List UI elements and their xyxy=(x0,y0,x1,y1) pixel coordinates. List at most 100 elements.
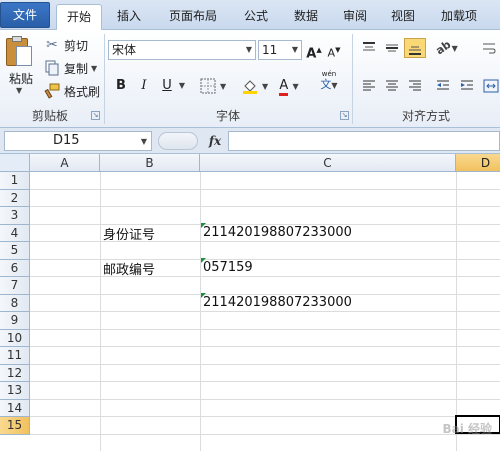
row-header[interactable]: 12 xyxy=(0,364,30,382)
tab-home[interactable]: 开始 xyxy=(56,4,102,31)
column-header-c[interactable]: C xyxy=(200,154,456,172)
chevron-down-icon: ▼ xyxy=(245,45,252,54)
tab-file[interactable]: 文件 xyxy=(0,2,50,28)
cut-label: 剪切 xyxy=(64,38,89,53)
font-color-icon: A xyxy=(279,79,289,96)
formula-bar: D15 ▼ fx xyxy=(0,128,500,154)
insert-function-icon[interactable]: fx xyxy=(204,132,226,150)
align-top-icon[interactable] xyxy=(358,38,380,58)
row-header[interactable]: 1 xyxy=(0,172,30,190)
ribbon-home: 粘贴 ▼ ✂ 剪切 复制 ▼ 格式刷 剪贴板 ↘ 宋体 ▼ 11 ▼ A▲ A▼… xyxy=(0,30,500,128)
column-header-a[interactable]: A xyxy=(30,154,100,172)
scissors-icon: ✂ xyxy=(46,37,58,53)
worksheet-grid[interactable]: A B C D 1 2 3 4 5 6 7 8 9 10 11 12 13 14 15 身份证号 21142… xyxy=(0,154,500,451)
row-header[interactable]: 13 xyxy=(0,382,30,400)
align-bottom-icon[interactable] xyxy=(404,38,426,58)
merge-center-icon[interactable] xyxy=(482,76,500,96)
copy-icon xyxy=(44,60,60,76)
format-painter-icon xyxy=(44,83,60,99)
row-header[interactable]: 7 xyxy=(0,277,30,295)
grow-font-icon[interactable]: A▲ xyxy=(306,40,322,61)
row-header[interactable]: 6 xyxy=(0,259,30,277)
row-header[interactable]: 11 xyxy=(0,347,30,365)
copy-label: 复制 xyxy=(64,61,89,76)
bold-button[interactable]: B xyxy=(112,76,130,96)
format-painter-label: 格式刷 xyxy=(64,84,101,99)
tab-page-layout[interactable]: 页面布局 xyxy=(158,4,228,30)
copy-dropdown-icon[interactable]: ▼ xyxy=(91,64,97,73)
row-header[interactable]: 4 xyxy=(0,224,30,242)
cell-c8[interactable]: 211420198807233000 xyxy=(203,295,352,310)
phonetic-guide-icon: wén xyxy=(321,70,337,78)
row-header[interactable]: 2 xyxy=(0,189,30,207)
increase-indent-icon[interactable] xyxy=(456,76,478,96)
column-divider xyxy=(456,172,457,451)
chevron-down-icon: ▼ xyxy=(140,137,147,146)
tab-formulas[interactable]: 公式 xyxy=(234,4,278,30)
group-divider xyxy=(104,34,105,124)
align-middle-icon[interactable] xyxy=(381,38,403,58)
borders-button[interactable]: ▼ xyxy=(198,76,228,96)
tab-review[interactable]: 审阅 xyxy=(334,4,376,30)
clipboard-group-label: 剪贴板 xyxy=(31,109,68,123)
underline-button[interactable]: U xyxy=(158,76,176,96)
paste-button[interactable]: 粘贴 ▼ xyxy=(0,30,40,102)
tab-insert[interactable]: 插入 xyxy=(106,4,152,30)
phonetic-button[interactable]: wén 文▼ xyxy=(312,70,346,91)
font-name-value: 宋体 xyxy=(112,43,137,57)
border-icon xyxy=(200,78,216,93)
row-header[interactable]: 9 xyxy=(0,312,30,330)
row-header[interactable]: 14 xyxy=(0,399,30,417)
paste-dropdown-icon[interactable]: ▼ xyxy=(16,86,22,95)
row-header[interactable]: 8 xyxy=(0,294,30,312)
cell-b4[interactable]: 身份证号 xyxy=(103,224,155,243)
align-right-icon[interactable] xyxy=(404,76,426,96)
cell-b6[interactable]: 邮政编号 xyxy=(103,259,155,278)
wrap-text-icon[interactable] xyxy=(478,38,500,58)
paste-icon xyxy=(6,36,32,68)
formula-input[interactable] xyxy=(228,131,500,151)
align-center-icon[interactable] xyxy=(381,76,403,96)
paint-bucket-icon xyxy=(242,79,257,94)
tab-data[interactable]: 数据 xyxy=(284,4,328,30)
underline-dropdown-icon[interactable]: ▼ xyxy=(177,76,187,96)
chevron-down-icon: ▼ xyxy=(291,45,298,54)
tab-addins[interactable]: 加载项 xyxy=(432,4,486,30)
row-header[interactable]: 3 xyxy=(0,207,30,225)
alignment-group-label: 对齐方式 xyxy=(401,109,450,123)
copy-button[interactable]: 复制 ▼ xyxy=(44,59,97,77)
column-divider xyxy=(200,172,201,451)
cell-c4[interactable]: 211420198807233000 xyxy=(203,225,352,240)
row-header[interactable]: 15 xyxy=(0,417,30,435)
cut-button[interactable]: ✂ 剪切 xyxy=(44,36,88,54)
select-all-corner[interactable] xyxy=(0,154,30,172)
format-painter-button[interactable]: 格式刷 xyxy=(44,82,100,100)
ribbon-tab-bar: 文件 开始 插入 页面布局 公式 数据 审阅 视图 加载项 xyxy=(0,0,500,31)
font-size-select[interactable]: 11 ▼ xyxy=(258,40,302,60)
column-header-d[interactable]: D xyxy=(456,154,500,172)
cell-c6[interactable]: 057159 xyxy=(203,260,253,275)
shrink-font-icon[interactable]: A▼ xyxy=(326,40,342,60)
name-box[interactable]: D15 ▼ xyxy=(4,131,152,151)
fill-color-button[interactable]: ▼ xyxy=(240,76,270,96)
group-divider xyxy=(352,34,353,124)
font-color-button[interactable]: A ▼ xyxy=(274,76,304,96)
column-header-b[interactable]: B xyxy=(100,154,200,172)
italic-button[interactable]: I xyxy=(135,76,153,96)
tab-view[interactable]: 视图 xyxy=(382,4,424,30)
font-size-value: 11 xyxy=(262,43,278,57)
row-header[interactable]: 10 xyxy=(0,329,30,347)
watermark: Bai 经验 xyxy=(442,422,492,436)
paste-label: 粘贴 xyxy=(8,72,33,86)
formula-bar-controls[interactable] xyxy=(158,132,198,150)
clipboard-launcher-icon[interactable]: ↘ xyxy=(91,111,100,120)
column-divider xyxy=(100,172,101,451)
orientation-icon[interactable]: ab▼ xyxy=(432,38,462,58)
font-name-select[interactable]: 宋体 ▼ xyxy=(108,40,256,60)
name-box-value: D15 xyxy=(53,133,80,148)
row-header[interactable]: 5 xyxy=(0,242,30,260)
align-left-icon[interactable] xyxy=(358,76,380,96)
font-group-label: 字体 xyxy=(215,109,240,123)
decrease-indent-icon[interactable] xyxy=(432,76,454,96)
font-launcher-icon[interactable]: ↘ xyxy=(340,111,349,120)
